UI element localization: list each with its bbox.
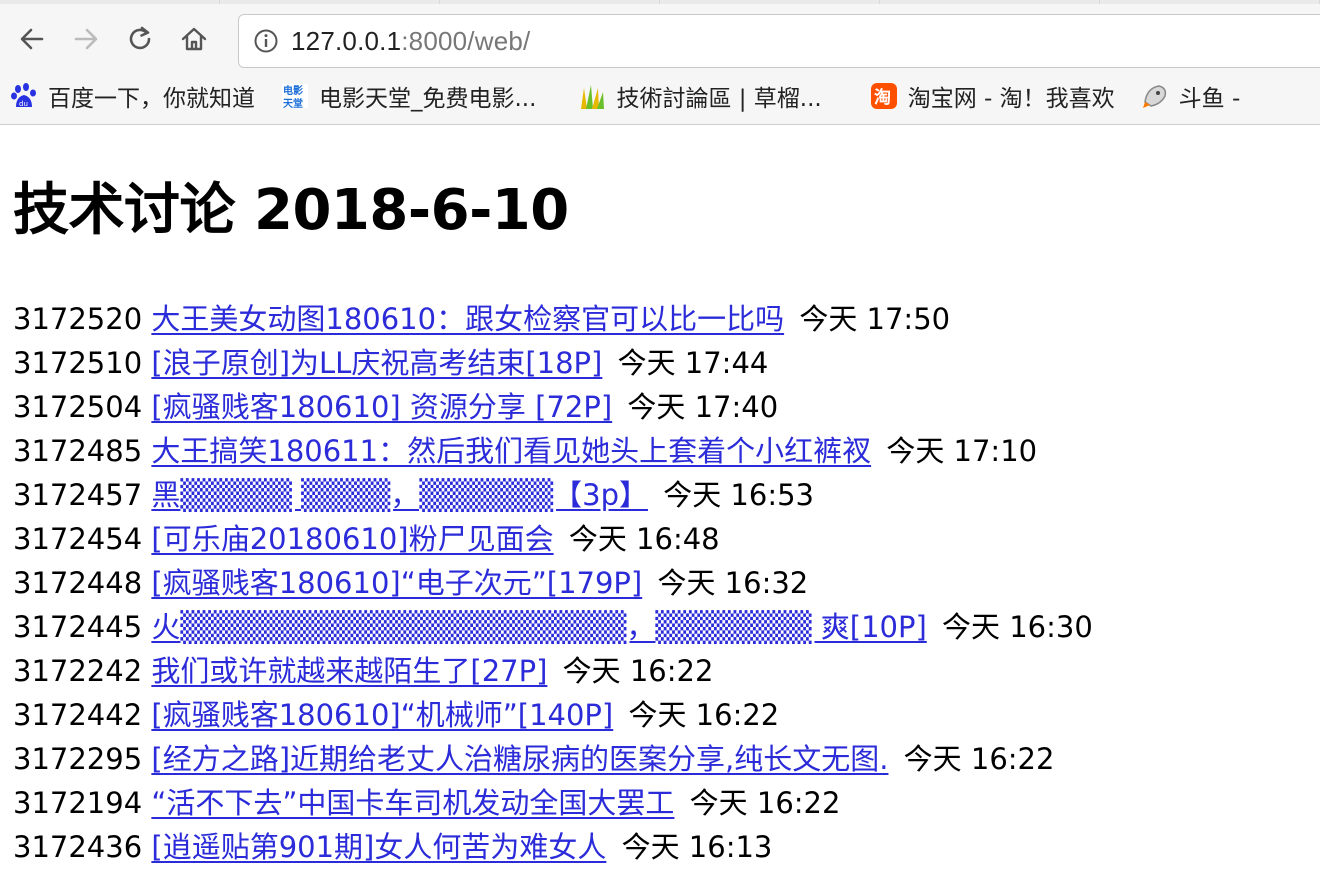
- post-list: 3172520 大王美女动图180610：跟女检察官可以比一比吗 今天 17:5…: [13, 297, 1320, 869]
- post-time: 今天 16:22: [904, 742, 1055, 776]
- back-button[interactable]: [10, 17, 54, 61]
- list-item: 3172295 [经方之路]近期给老丈人治糖尿病的医案分享,纯长文无图. 今天 …: [13, 737, 1320, 781]
- post-id: 3172457: [13, 478, 142, 512]
- address-bar[interactable]: 127.0.0.1:8000/web/: [238, 14, 1320, 68]
- post-link[interactable]: “活不下去”中国卡车司机发动全国大罢工: [151, 786, 674, 820]
- post-link[interactable]: [疯骚贱客180610]“机械师”[140P]: [151, 698, 613, 732]
- list-item: 3172445 火▒▒▒▒▒▒▒▒▒▒▒▒▒▒▒▒▒▒▒▒，▒▒▒▒▒▒▒ 爽[…: [13, 605, 1320, 649]
- list-item: 3172194 “活不下去”中国卡车司机发动全国大罢工 今天 16:22: [13, 781, 1320, 825]
- post-link-redacted[interactable]: 黑▒▒▒▒▒ ▒▒▒▒，▒▒▒▒▒▒【3p】: [151, 478, 648, 512]
- post-id: 3172485: [13, 434, 142, 468]
- movie-icon: 电影 天堂: [281, 82, 309, 110]
- post-id: 3172194: [13, 786, 142, 820]
- svg-text:du: du: [19, 100, 28, 108]
- post-time: 今天 16:53: [663, 478, 814, 512]
- home-icon: [179, 24, 209, 54]
- browser-chrome: 127.0.0.1:8000/web/ du 百度一下，你就知道 电影 天堂 电…: [0, 0, 1320, 125]
- post-time: 今天 16:30: [942, 610, 1093, 644]
- browser-toolbar: 127.0.0.1:8000/web/: [0, 10, 1320, 68]
- post-time: 今天 16:13: [622, 830, 773, 864]
- forward-button[interactable]: [64, 17, 108, 61]
- post-link[interactable]: 大王搞笑180611：然后我们看见她头上套着个小红裤衩: [151, 434, 871, 468]
- home-button[interactable]: [172, 17, 216, 61]
- list-item: 3172442 [疯骚贱客180610]“机械师”[140P] 今天 16:22: [13, 693, 1320, 737]
- reload-icon: [125, 24, 155, 54]
- post-link[interactable]: [可乐庙20180610]粉尸见面会: [151, 522, 553, 556]
- svg-text:淘: 淘: [874, 87, 891, 108]
- tab-strip: [0, 0, 1320, 4]
- arrow-right-icon: [71, 24, 101, 54]
- post-time: 今天 16:22: [563, 654, 714, 688]
- grass-icon: [578, 82, 606, 110]
- post-time: 今天 17:40: [627, 390, 778, 424]
- bookmark-movie[interactable]: 电影 天堂 电影天堂_免费电影...: [271, 76, 546, 116]
- post-id: 3172445: [13, 610, 142, 644]
- post-link[interactable]: [经方之路]近期给老丈人治糖尿病的医案分享,纯长文无图.: [151, 742, 888, 776]
- list-item: 3172520 大王美女动图180610：跟女检察官可以比一比吗 今天 17:5…: [13, 297, 1320, 341]
- post-id: 3172504: [13, 390, 142, 424]
- bookmark-taobao[interactable]: 淘 淘宝网 - 淘！我喜欢: [860, 76, 1125, 116]
- list-item: 3172454 [可乐庙20180610]粉尸见面会 今天 16:48: [13, 517, 1320, 561]
- post-time: 今天 17:50: [799, 302, 950, 336]
- page-title: 技术讨论 2018-6-10: [13, 179, 1320, 243]
- post-id: 3172242: [13, 654, 142, 688]
- post-id: 3172510: [13, 346, 142, 380]
- post-id: 3172454: [13, 522, 142, 556]
- list-item: 3172436 [逍遥贴第901期]女人何苦为难女人 今天 16:13: [13, 825, 1320, 869]
- bookmark-baidu[interactable]: du 百度一下，你就知道: [0, 76, 265, 116]
- post-time: 今天 17:10: [886, 434, 1037, 468]
- arrow-left-icon: [17, 24, 47, 54]
- list-item: 3172242 我们或许就越来越陌生了[27P] 今天 16:22: [13, 649, 1320, 693]
- page-content: 技术讨论 2018-6-10 3172520 大王美女动图180610：跟女检察…: [0, 125, 1320, 866]
- post-link-redacted[interactable]: 火▒▒▒▒▒▒▒▒▒▒▒▒▒▒▒▒▒▒▒▒，▒▒▒▒▒▒▒ 爽[10P]: [151, 610, 926, 644]
- post-time: 今天 16:32: [657, 566, 808, 600]
- post-id: 3172520: [13, 302, 142, 336]
- baidu-icon: du: [10, 82, 38, 110]
- url-text: 127.0.0.1:8000/web/: [291, 26, 530, 57]
- post-id: 3172448: [13, 566, 142, 600]
- post-link[interactable]: 大王美女动图180610：跟女检察官可以比一比吗: [151, 302, 784, 336]
- bookmark-douyu[interactable]: 斗鱼 -: [1131, 76, 1251, 116]
- bookmarks-bar: du 百度一下，你就知道 电影 天堂 电影天堂_免费电影... 技術討論區 | …: [0, 76, 1320, 116]
- post-time: 今天 17:44: [618, 346, 769, 380]
- post-id: 3172436: [13, 830, 142, 864]
- list-item: 3172504 [疯骚贱客180610] 资源分享 [72P] 今天 17:40: [13, 385, 1320, 429]
- post-link[interactable]: [疯骚贱客180610]“电子次元”[179P]: [151, 566, 642, 600]
- post-id: 3172295: [13, 742, 142, 776]
- post-link[interactable]: [疯骚贱客180610] 资源分享 [72P]: [151, 390, 612, 424]
- post-link[interactable]: 我们或许就越来越陌生了[27P]: [151, 654, 547, 688]
- bookmark-grass[interactable]: 技術討論區 | 草榴...: [568, 76, 831, 116]
- taobao-icon: 淘: [870, 82, 898, 110]
- svg-text:电影: 电影: [283, 84, 303, 97]
- post-time: 今天 16:22: [628, 698, 779, 732]
- list-item: 3172485 大王搞笑180611：然后我们看见她头上套着个小红裤衩 今天 1…: [13, 429, 1320, 473]
- list-item: 3172457 黑▒▒▒▒▒ ▒▒▒▒，▒▒▒▒▒▒【3p】 今天 16:53: [13, 473, 1320, 517]
- list-item: 3172448 [疯骚贱客180610]“电子次元”[179P] 今天 16:3…: [13, 561, 1320, 605]
- list-item: 3172510 [浪子原创]为LL庆祝高考结束[18P] 今天 17:44: [13, 341, 1320, 385]
- info-icon[interactable]: [253, 28, 279, 54]
- post-id: 3172442: [13, 698, 142, 732]
- svg-text:天堂: 天堂: [283, 97, 303, 110]
- post-link[interactable]: [浪子原创]为LL庆祝高考结束[18P]: [151, 346, 602, 380]
- reload-button[interactable]: [118, 17, 162, 61]
- douyu-icon: [1141, 82, 1169, 110]
- post-link[interactable]: [逍遥贴第901期]女人何苦为难女人: [151, 830, 606, 864]
- post-time: 今天 16:48: [569, 522, 720, 556]
- post-time: 今天 16:22: [690, 786, 841, 820]
